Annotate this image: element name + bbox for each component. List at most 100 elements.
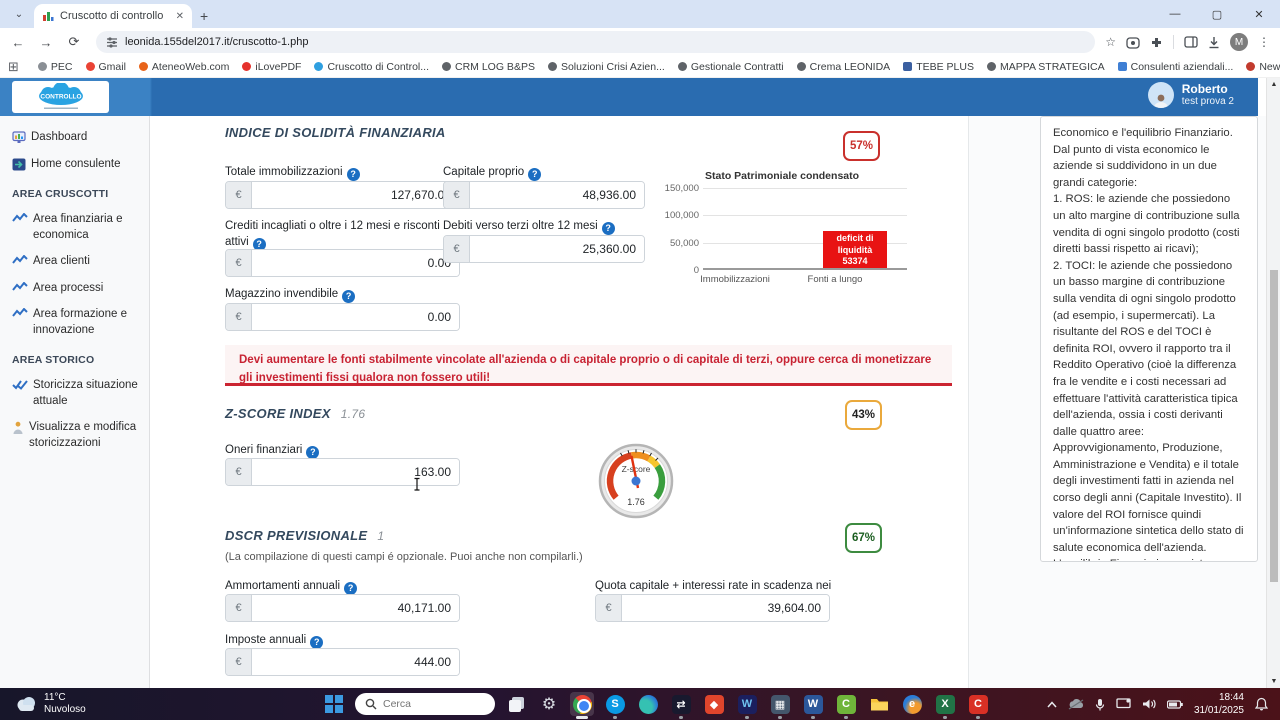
taskbar-search-input[interactable]	[383, 698, 473, 710]
chrome-app-icon[interactable]	[570, 692, 594, 719]
bookmark-item[interactable]: Consulenti aziendali...	[1113, 60, 1239, 74]
address-bar[interactable]: leonida.155del2017.it/cruscotto-1.php	[96, 31, 1096, 53]
cast-display-icon[interactable]	[1116, 698, 1131, 710]
help-icon[interactable]	[601, 221, 615, 235]
help-icon[interactable]	[528, 167, 542, 181]
weather-condition: Nuvoloso	[44, 704, 86, 715]
camtasia-app-icon[interactable]: C	[834, 692, 858, 719]
field-label: Imposte annuali	[225, 632, 324, 649]
bookmark-item[interactable]: Gmail	[81, 60, 131, 74]
apps-grid-icon[interactable]: ⊞	[8, 59, 19, 75]
field-label: Totale immobilizzazioni	[225, 164, 360, 181]
quota-capitale-input[interactable]	[622, 595, 829, 621]
bookmark-item[interactable]: AteneoWeb.com	[134, 60, 234, 74]
task-view-button[interactable]	[504, 692, 528, 716]
back-icon[interactable]: ←	[6, 30, 30, 54]
speaker-icon[interactable]	[1142, 698, 1156, 710]
weather-cloud-icon	[17, 697, 35, 711]
imposte-input[interactable]	[252, 649, 459, 675]
help-icon[interactable]	[310, 635, 324, 649]
settings-app-icon[interactable]: ⚙	[537, 692, 561, 716]
scroll-up-icon[interactable]: ▲	[1267, 81, 1280, 88]
crediti-incagliati-field: €	[225, 249, 460, 277]
help-icon[interactable]	[346, 167, 360, 181]
reload-icon[interactable]: ⟳	[62, 30, 86, 54]
oneri-finanziari-input[interactable]	[252, 459, 459, 485]
debiti-terzi-input[interactable]	[470, 236, 644, 262]
bookmark-favicon	[442, 62, 452, 71]
extensions-icon[interactable]	[1150, 36, 1163, 49]
bookmark-favicon	[37, 62, 47, 71]
download-icon[interactable]	[1208, 36, 1220, 49]
calculator-app-icon[interactable]: ▦	[768, 692, 792, 719]
tab-search-icon[interactable]: ⌄	[6, 3, 32, 25]
crediti-incagliati-input[interactable]	[252, 250, 459, 276]
text-cursor	[414, 477, 420, 491]
url-text[interactable]: leonida.155del2017.it/cruscotto-1.php	[125, 36, 308, 48]
totale-immobilizzazioni-input[interactable]	[252, 182, 459, 208]
menu-kebab-icon[interactable]: ⋮	[1258, 35, 1270, 49]
red-c-app-icon[interactable]: C	[966, 692, 990, 719]
start-button[interactable]	[322, 692, 346, 716]
currency-prefix: €	[226, 304, 252, 330]
scroll-down-icon[interactable]: ▼	[1267, 678, 1280, 685]
capitale-proprio-input[interactable]	[470, 182, 644, 208]
side-panel-icon[interactable]	[1184, 36, 1198, 48]
page-scrollbar[interactable]: ▲ ▼	[1266, 78, 1280, 688]
clock[interactable]: 18:44 31/01/2025	[1194, 691, 1244, 717]
bookmark-item[interactable]: Soluzioni Crisi Azien...	[543, 60, 670, 74]
bookmark-item[interactable]: Gestionale Contratti	[673, 60, 789, 74]
field-label: Ammortamenti annuali	[225, 578, 358, 595]
weather-widget[interactable]: 11°C Nuvoloso	[14, 692, 164, 717]
help-icon[interactable]	[344, 581, 358, 595]
red-diamond-app-icon[interactable]: ◆	[702, 692, 726, 716]
microphone-icon[interactable]	[1095, 698, 1105, 711]
battery-icon[interactable]	[1166, 699, 1183, 709]
file-explorer-app-icon[interactable]	[867, 692, 891, 716]
cc-app-icon[interactable]: W	[735, 692, 759, 719]
bookmark-item[interactable]: Cruscotto di Control...	[309, 60, 434, 74]
scrollbar-thumb[interactable]	[1270, 270, 1278, 582]
word-app-icon[interactable]: W	[801, 692, 825, 719]
bookmark-item[interactable]: CRM LOG B&PS	[437, 60, 540, 74]
profile-avatar[interactable]: M	[1230, 33, 1248, 51]
tab-close-icon[interactable]: ✕	[176, 11, 184, 22]
field-label: Crediti incagliati o oltre i 12 mesi e r…	[225, 218, 463, 251]
zscore-value: 1.76	[340, 407, 366, 421]
forward-icon[interactable]: →	[34, 30, 58, 54]
browser-toolbar: ← → ⟳ leonida.155del2017.it/cruscotto-1.…	[0, 28, 1280, 56]
bookmark-item[interactable]: NewPabb	[1241, 60, 1280, 74]
browser-app-icon[interactable]: e	[900, 692, 924, 716]
x-category-label: Immobilizzazioni	[700, 274, 770, 285]
bookmark-item[interactable]: Crema LEONIDA	[792, 60, 896, 74]
maximize-button[interactable]: ▢	[1196, 0, 1238, 28]
dscr-badge: 67%	[845, 523, 882, 553]
onedrive-icon[interactable]	[1068, 698, 1084, 710]
site-settings-icon[interactable]	[106, 36, 118, 48]
minimize-button[interactable]: —	[1154, 0, 1196, 28]
magazzino-input[interactable]	[252, 304, 459, 330]
taskbar-search[interactable]	[355, 693, 495, 715]
new-tab-button[interactable]: +	[200, 8, 208, 24]
bookmark-favicon	[138, 62, 148, 71]
tray-chevron-icon[interactable]	[1047, 700, 1057, 708]
help-icon[interactable]	[306, 445, 320, 459]
bookmark-item[interactable]: PEC	[33, 60, 78, 74]
notifications-bell-icon[interactable]	[1255, 697, 1268, 711]
skype-app-icon[interactable]: S	[603, 692, 627, 719]
ammortamenti-input[interactable]	[252, 595, 459, 621]
screenshot-icon[interactable]	[1126, 36, 1140, 49]
browser-tab[interactable]: Cruscotto di controllo ✕	[34, 4, 192, 28]
bookmark-star-icon[interactable]: ☆	[1105, 35, 1116, 49]
teamviewer-app-icon[interactable]: ⇄	[669, 692, 693, 719]
bookmark-item[interactable]: MAPPA STRATEGICA	[982, 60, 1110, 74]
excel-app-icon[interactable]: X	[933, 692, 957, 719]
bookmark-item[interactable]: TEBE PLUS	[898, 60, 979, 74]
close-button[interactable]: ✕	[1238, 0, 1280, 28]
bookmark-favicon	[547, 62, 557, 71]
weather-temp: 11°C	[44, 691, 66, 703]
tab-title: Cruscotto di controllo	[60, 10, 164, 22]
edge-app-icon[interactable]	[636, 692, 660, 716]
help-icon[interactable]	[342, 289, 356, 303]
bookmark-item[interactable]: iLovePDF	[237, 60, 306, 74]
